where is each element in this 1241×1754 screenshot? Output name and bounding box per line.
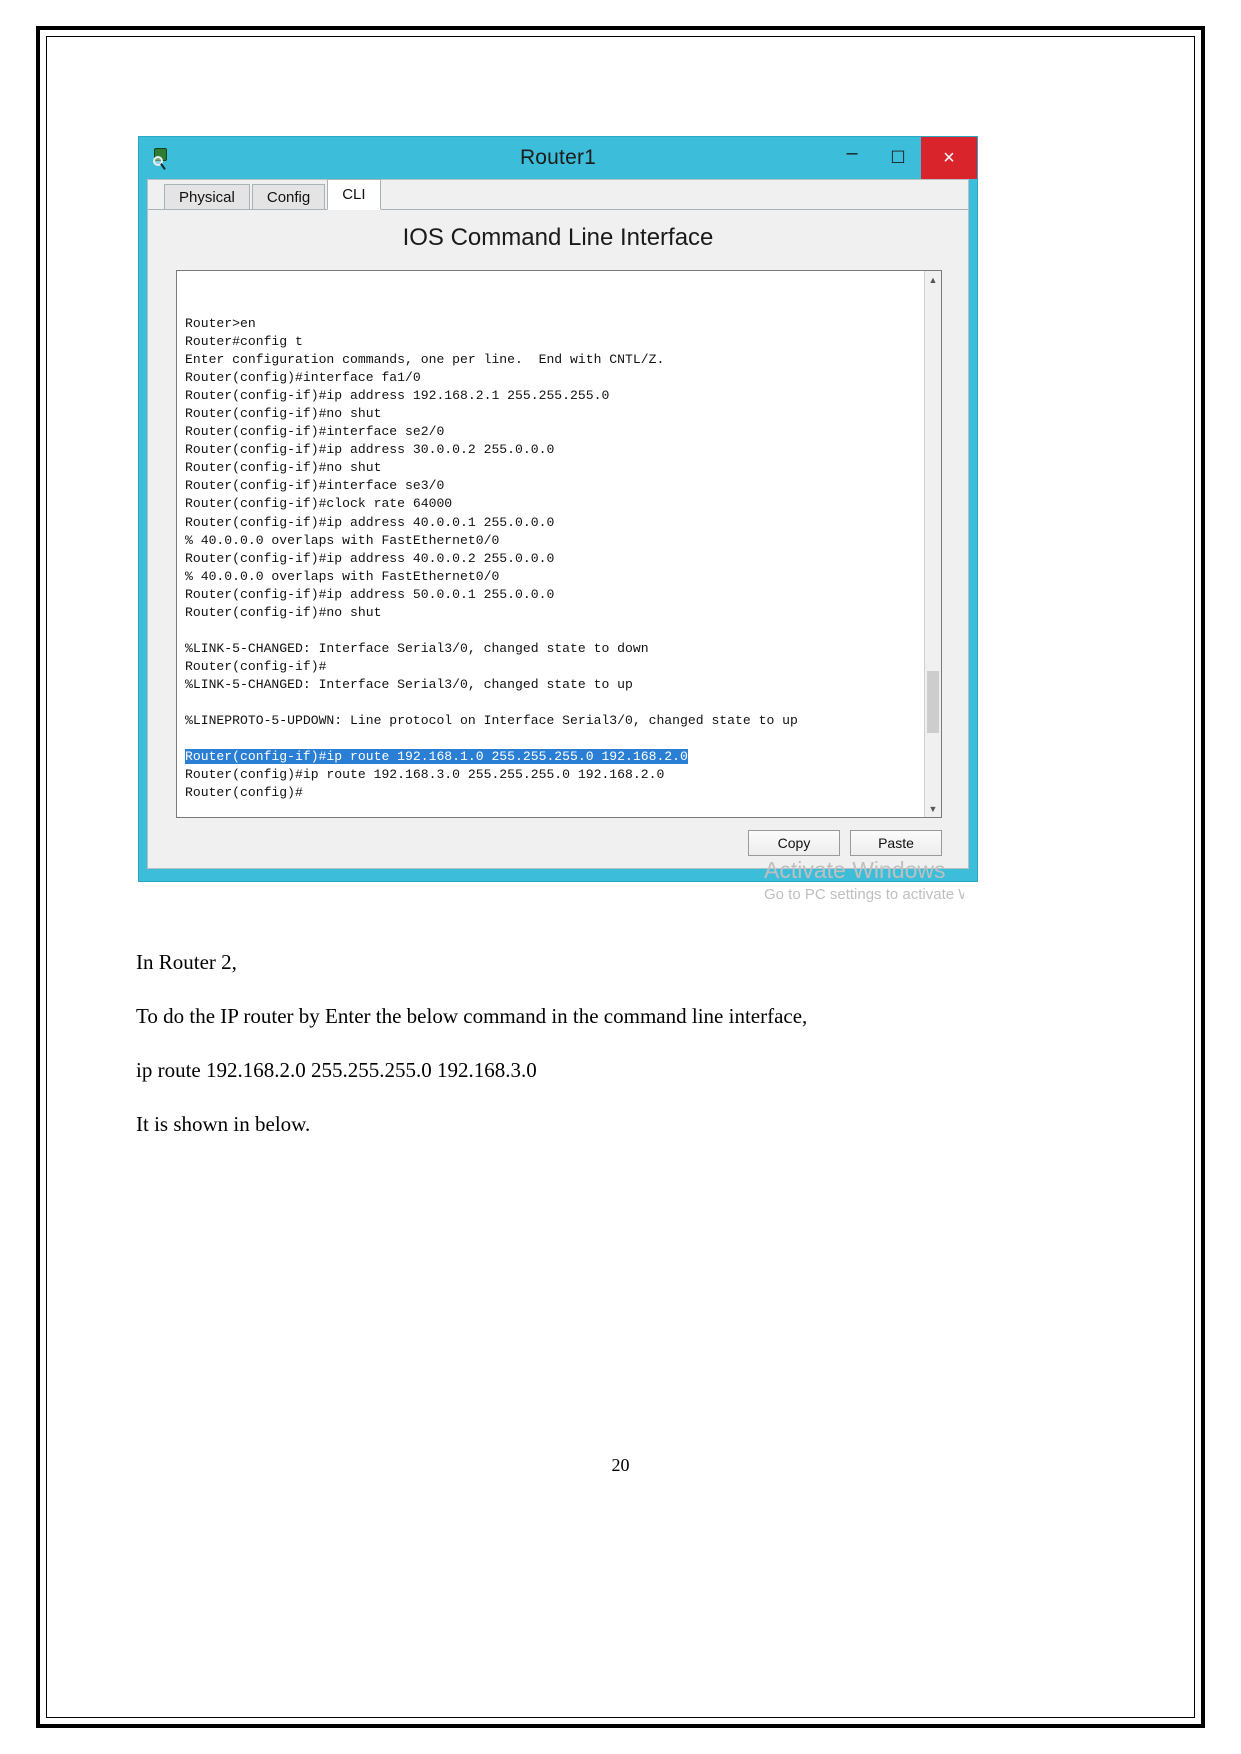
maximize-button[interactable]: ☐ xyxy=(875,137,921,179)
minimize-button[interactable]: – xyxy=(829,137,875,179)
terminal-container: Router>en Router#config t Enter configurat… xyxy=(176,270,942,818)
terminal-line: Router>en xyxy=(185,316,256,331)
watermark-line-1: Activate Windows xyxy=(764,857,946,883)
terminal-line: % 40.0.0.0 overlaps with FastEthernet0/0 xyxy=(185,532,500,548)
terminal-line: Router(config-if)# xyxy=(185,658,327,674)
cli-heading: IOS Command Line Interface xyxy=(402,224,714,251)
packet-tracer-window: Router1 – ☐ × Physical Config CLI IOS Co… xyxy=(138,136,978,903)
packet-tracer-router-icon xyxy=(151,147,173,170)
terminal-line: Router(config-if)#ip address 40.0.0.2 25… xyxy=(185,550,555,566)
page-content: Router1 – ☐ × Physical Config CLI IOS Co… xyxy=(40,30,1201,1724)
scroll-down-arrow[interactable]: ▼ xyxy=(925,800,941,817)
watermark-line-2: Go to PC settings to activate Windows. xyxy=(764,886,964,903)
terminal-line: %LINK-5-CHANGED: Interface Serial3/0, ch… xyxy=(185,676,633,692)
terminal-line: Router(config)#ip route 192.168.3.0 255.… xyxy=(185,767,665,783)
paragraph-shown-below: It is shown in below. xyxy=(136,1112,311,1136)
window-controls: – ☐ × xyxy=(829,137,977,179)
tab-config[interactable]: Config xyxy=(251,184,326,209)
terminal-line: % 40.0.0.0 overlaps with FastEthernet0/0 xyxy=(185,568,500,584)
document-text-block: In Router 2, To do the IP router by Ente… xyxy=(136,950,1036,1166)
window-title-bar: Router1 – ☐ × xyxy=(139,137,977,179)
paste-button[interactable]: Paste xyxy=(850,830,942,856)
paragraph-command: ip route 192.168.2.0 255.255.255.0 192.1… xyxy=(136,1058,537,1082)
terminal-line: Router(config-if)#no shut xyxy=(185,604,382,620)
window-content: Physical Config CLI IOS Command Line Int… xyxy=(147,179,969,903)
close-button[interactable]: × xyxy=(921,137,977,179)
terminal-line: Router(config-if)#ip address 50.0.0.1 25… xyxy=(185,586,555,602)
terminal-line: Router(config-if)#no shut xyxy=(185,406,382,422)
terminal-line: Router(config-if)#ip route 192.168.1.0 2… xyxy=(185,748,924,766)
terminal-line: Router(config)#interface fa1/0 xyxy=(185,370,421,386)
terminal-line: Router#config t xyxy=(185,334,303,350)
terminal-output[interactable]: Router>en Router#config t Enter configurat… xyxy=(177,271,924,817)
copy-button[interactable]: Copy xyxy=(748,830,840,856)
cli-panel: IOS Command Line Interface Router>en Rout… xyxy=(148,210,968,903)
paragraph-instruction: To do the IP router by Enter the below c… xyxy=(136,1004,808,1028)
scrollbar-thumb[interactable] xyxy=(927,671,939,733)
terminal-line: Router(config-if)#ip address 30.0.0.2 25… xyxy=(185,442,555,458)
tab-physical[interactable]: Physical xyxy=(164,184,250,209)
terminal-selected-text: Router(config-if)#ip route 192.168.1.0 2… xyxy=(185,749,688,765)
action-button-row: Copy Paste xyxy=(748,830,942,856)
terminal-line: %LINK-5-CHANGED: Interface Serial3/0, ch… xyxy=(185,640,649,656)
terminal-line: Router(config-if)#clock rate 64000 xyxy=(185,496,453,512)
scroll-up-arrow[interactable]: ▲ xyxy=(925,271,941,288)
windows-activation-watermark: Activate Windows Go to PC settings to ac… xyxy=(764,856,964,914)
terminal-line: Router(config)# xyxy=(185,785,303,801)
terminal-line: Router(config-if)#interface se3/0 xyxy=(185,478,445,494)
terminal-line: Router(config-if)#interface se2/0 xyxy=(185,424,445,440)
terminal-line: Router(config-if)#ip address 40.0.0.1 25… xyxy=(185,514,555,530)
terminal-line: %LINEPROTO-5-UPDOWN: Line protocol on In… xyxy=(185,713,798,729)
terminal-line: Router(config-if)#no shut xyxy=(185,460,382,476)
page-border-frame: Router1 – ☐ × Physical Config CLI IOS Co… xyxy=(36,26,1205,1728)
terminal-line: Router(config-if)#ip address 192.168.2.1… xyxy=(185,388,610,404)
page-number: 20 xyxy=(611,1455,630,1475)
terminal-line: Enter configuration commands, one per li… xyxy=(185,352,665,368)
tab-cli[interactable]: CLI xyxy=(327,179,381,210)
terminal-scrollbar[interactable]: ▲ ▼ xyxy=(924,271,941,817)
tab-bar: Physical Config CLI xyxy=(148,179,968,210)
paragraph-in-router-2: In Router 2, xyxy=(136,950,237,974)
